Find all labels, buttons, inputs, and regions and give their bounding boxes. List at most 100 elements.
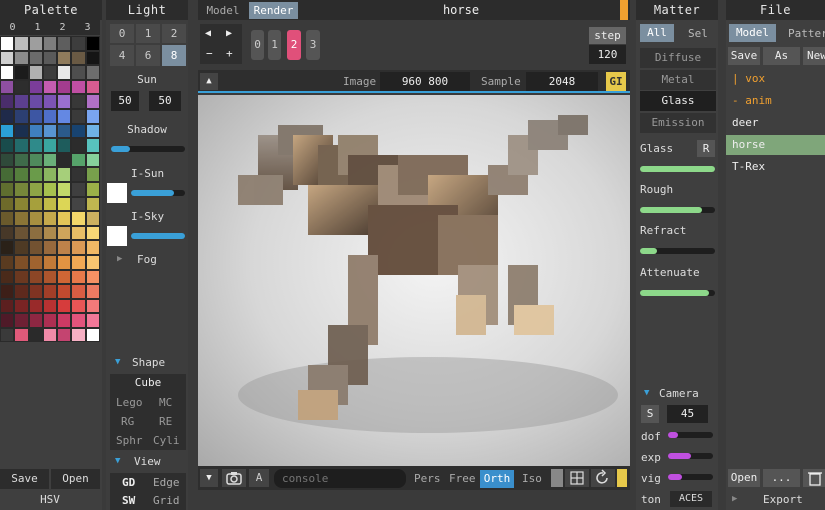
console-input[interactable] — [274, 469, 406, 488]
render-viewport[interactable] — [198, 95, 630, 466]
palette-color-swatch[interactable] — [28, 65, 43, 80]
reset-view-icon[interactable] — [591, 469, 615, 487]
palette-color-swatch[interactable] — [71, 36, 86, 51]
palette-color-swatch[interactable] — [57, 123, 72, 139]
tonemap-select[interactable]: ACES — [670, 491, 712, 507]
palette-color-swatch[interactable] — [42, 123, 58, 139]
palette-color-swatch[interactable] — [0, 254, 15, 270]
palette-color-swatch[interactable] — [85, 254, 100, 270]
palette-color-swatch[interactable] — [71, 269, 86, 285]
camera-mode-iso[interactable]: Iso — [522, 472, 542, 485]
palette-color-swatch[interactable] — [85, 152, 100, 168]
shape-option-re[interactable]: RE — [159, 415, 172, 428]
fog-expand-icon[interactable]: ▶ — [117, 254, 122, 264]
palette-tab-1[interactable]: 1 — [25, 20, 50, 35]
palette-color-swatch[interactable] — [71, 152, 86, 168]
view-option-gd[interactable]: GD — [122, 476, 135, 489]
palette-color-swatch[interactable] — [42, 108, 58, 124]
palette-color-swatch[interactable] — [14, 254, 29, 270]
camera-label[interactable]: Camera — [659, 387, 699, 400]
file-item-horse[interactable]: horse — [726, 135, 825, 155]
view-collapse-icon[interactable]: ▼ — [115, 456, 120, 466]
palette-color-swatch[interactable] — [57, 152, 72, 168]
palette-color-swatch[interactable] — [42, 327, 58, 343]
palette-open-button[interactable]: Open — [51, 469, 100, 489]
palette-color-swatch[interactable] — [57, 298, 72, 314]
palette-color-swatch[interactable] — [57, 79, 72, 95]
palette-color-swatch[interactable] — [28, 240, 43, 255]
palette-color-swatch[interactable] — [71, 50, 86, 66]
prev-frame-icon[interactable]: ◀ — [205, 28, 211, 39]
palette-color-swatch[interactable] — [14, 79, 29, 95]
palette-color-swatch[interactable] — [57, 94, 72, 109]
palette-color-swatch[interactable] — [28, 284, 43, 299]
shadow-slider[interactable] — [111, 146, 185, 152]
palette-color-swatch[interactable] — [42, 50, 58, 66]
palette-color-swatch[interactable] — [28, 254, 43, 270]
palette-color-swatch[interactable] — [42, 313, 58, 328]
palette-color-swatch[interactable] — [0, 65, 15, 80]
palette-color-swatch[interactable] — [14, 196, 29, 212]
palette-color-swatch[interactable] — [28, 298, 43, 314]
palette-color-swatch[interactable] — [14, 152, 29, 168]
palette-color-swatch[interactable] — [85, 240, 100, 255]
shape-option-lego[interactable]: Lego — [116, 396, 143, 409]
palette-color-swatch[interactable] — [57, 225, 72, 241]
palette-color-swatch[interactable] — [85, 79, 100, 95]
palette-color-swatch[interactable] — [57, 284, 72, 299]
shape-option-rg[interactable]: RG — [121, 415, 134, 428]
palette-color-swatch[interactable] — [0, 79, 15, 95]
palette-color-swatch[interactable] — [85, 65, 100, 80]
palette-color-swatch[interactable] — [0, 196, 15, 212]
next-frame-icon[interactable]: ▶ — [226, 28, 232, 39]
palette-color-swatch[interactable] — [28, 327, 43, 343]
palette-color-swatch[interactable] — [0, 327, 15, 343]
palette-color-swatch[interactable] — [71, 108, 86, 124]
matter-diffuse[interactable]: Diffuse — [640, 48, 716, 68]
dof-slider[interactable] — [668, 432, 713, 438]
shape-label[interactable]: Shape — [132, 356, 165, 369]
palette-color-swatch[interactable] — [42, 298, 58, 314]
light-button-1[interactable]: 1 — [136, 24, 160, 43]
camera-collapse-icon[interactable]: ▼ — [644, 388, 649, 398]
palette-color-swatch[interactable] — [14, 36, 29, 51]
glass-reset-button[interactable]: R — [697, 140, 715, 157]
view-option-edge[interactable]: Edge — [153, 476, 180, 489]
palette-color-swatch[interactable] — [85, 225, 100, 241]
matter-glass[interactable]: Glass — [640, 91, 716, 111]
palette-color-swatch[interactable] — [0, 50, 15, 66]
palette-color-swatch[interactable] — [28, 167, 43, 182]
collapse-toolbar-icon[interactable]: ▲ — [200, 73, 218, 90]
palette-color-swatch[interactable] — [42, 167, 58, 182]
palette-color-swatch[interactable] — [14, 284, 29, 299]
palette-color-swatch[interactable] — [14, 298, 29, 314]
palette-color-swatch[interactable] — [57, 211, 72, 226]
palette-color-swatch[interactable] — [28, 196, 43, 212]
palette-color-swatch[interactable] — [0, 108, 15, 124]
screenshot-camera-icon[interactable] — [222, 469, 246, 487]
exp-slider[interactable] — [668, 453, 713, 459]
palette-color-swatch[interactable] — [57, 313, 72, 328]
step-value[interactable]: 120 — [589, 45, 626, 64]
palette-color-swatch[interactable] — [28, 181, 43, 197]
isun-color-swatch[interactable] — [107, 183, 127, 203]
palette-color-swatch[interactable] — [14, 167, 29, 182]
shape-option-sphr[interactable]: Sphr — [116, 434, 143, 447]
palette-color-swatch[interactable] — [28, 94, 43, 109]
palette-color-swatch[interactable] — [28, 79, 43, 95]
frame-button-2[interactable]: 2 — [287, 30, 301, 60]
palette-color-swatch[interactable] — [0, 284, 15, 299]
shape-option-cyli[interactable]: Cyli — [153, 434, 180, 447]
palette-color-swatch[interactable] — [42, 152, 58, 168]
palette-color-swatch[interactable] — [42, 94, 58, 109]
palette-color-swatch[interactable] — [71, 284, 86, 299]
palette-color-swatch[interactable] — [85, 94, 100, 109]
fog-label[interactable]: Fog — [137, 253, 157, 266]
palette-color-swatch[interactable] — [42, 211, 58, 226]
palette-color-swatch[interactable] — [14, 108, 29, 124]
palette-color-swatch[interactable] — [85, 167, 100, 182]
frame-button-0[interactable]: 0 — [251, 30, 264, 60]
file-item-vox[interactable]: | vox — [726, 69, 825, 89]
palette-color-swatch[interactable] — [57, 50, 72, 66]
palette-color-swatch[interactable] — [71, 79, 86, 95]
